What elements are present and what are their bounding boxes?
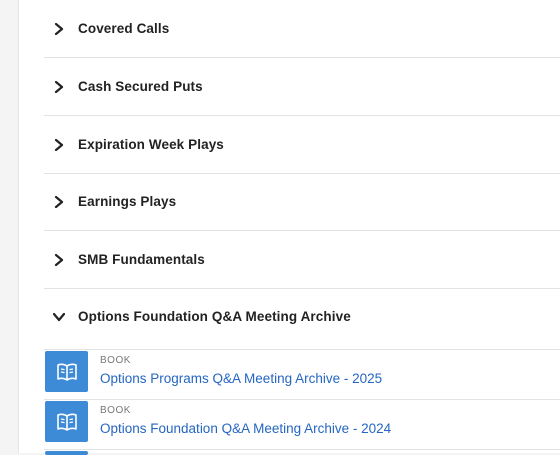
item-type-label: BOOK [100, 355, 131, 366]
section-label: Covered Calls [78, 21, 170, 36]
book-icon [45, 451, 88, 455]
section-label: SMB Fundamentals [78, 252, 205, 267]
chevron-right-icon [52, 80, 66, 94]
item-title-link[interactable]: Options Foundation Q&A Meeting Archive -… [100, 421, 391, 436]
list-item[interactable]: BOOK Options Programs Q&A Meeting Archiv… [44, 349, 560, 396]
list-item[interactable]: BOOK Options Foundation Q&A Meeting Arch… [44, 399, 560, 446]
section-covered-calls[interactable]: Covered Calls [44, 0, 560, 58]
chevron-right-icon [52, 253, 66, 267]
section-smb-fundamentals[interactable]: SMB Fundamentals [44, 231, 560, 289]
chevron-right-icon [52, 195, 66, 209]
section-earnings-plays[interactable]: Earnings Plays [44, 173, 560, 231]
course-outline-panel: Covered Calls Cash Secured Puts Expirati… [18, 0, 560, 455]
section-label: Expiration Week Plays [78, 137, 224, 152]
section-expiration-week-plays[interactable]: Expiration Week Plays [44, 116, 560, 174]
item-type-label: BOOK [100, 405, 131, 416]
book-icon [45, 351, 88, 392]
list-item[interactable] [44, 449, 560, 455]
section-options-foundation-qa-archive[interactable]: Options Foundation Q&A Meeting Archive [44, 288, 560, 345]
chevron-right-icon [52, 138, 66, 152]
section-label: Options Foundation Q&A Meeting Archive [78, 309, 351, 324]
section-label: Earnings Plays [78, 194, 177, 209]
chevron-down-icon [52, 310, 66, 324]
item-title-link[interactable]: Options Programs Q&A Meeting Archive - 2… [100, 371, 382, 386]
section-cash-secured-puts[interactable]: Cash Secured Puts [44, 58, 560, 116]
section-label: Cash Secured Puts [78, 79, 203, 94]
book-icon [45, 401, 88, 442]
chevron-right-icon [52, 22, 66, 36]
